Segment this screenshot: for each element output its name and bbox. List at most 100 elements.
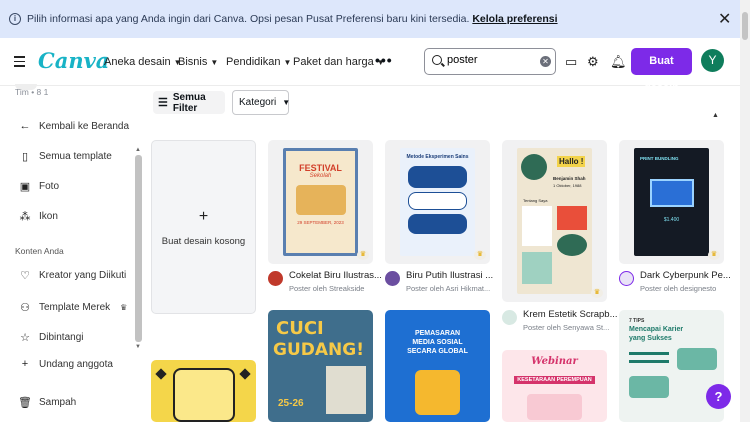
crown-icon: ♛ [357,250,369,260]
thumb-photo [521,154,547,180]
thumb-block [408,214,467,234]
search-input[interactable] [447,54,537,66]
sidebar-item-invite-members[interactable]: + Undang anggota [18,358,113,370]
thumb-sub: Sekolah [309,173,332,179]
chevron-up-icon[interactable]: ▲ [712,112,719,119]
thumb-line2: MEDIA SOSIAL [412,339,463,346]
template-card[interactable]: Metode Eksperimen Sains ♛ [385,140,490,264]
sidebar-scrollbar-thumb[interactable] [135,155,142,342]
sidebar-item-trash[interactable]: 🗑︎ Sampah [18,396,76,409]
page-scrollbar-thumb[interactable] [742,12,748,40]
chevron-down-icon: ▼ [210,58,219,67]
thumb-block [408,192,467,210]
creator-avatar [385,271,400,286]
bell-icon[interactable]: 🔔︎ [610,54,627,70]
thumb-line1: 7 TIPS [629,318,645,324]
thumb-title: PRINT BUNDLING [640,156,679,161]
sidebar-item-brand-templates[interactable]: ⚇ Template Merek ♛ [18,301,127,314]
gear-icon[interactable]: ⚙ [587,54,599,70]
category-label: Kategori [239,97,277,108]
desktop-icon[interactable]: ▭ [565,54,577,70]
thumb-illustration [173,368,235,422]
close-icon[interactable]: ✕ [718,9,731,29]
create-blank-label: Buat desain kosong [161,236,246,247]
category-dropdown[interactable]: Kategori ▼ [232,90,290,115]
chevron-down-icon: ▼ [283,58,292,67]
create-blank-design-card[interactable]: + Buat desain kosong [151,140,256,314]
sidebar-item-label: Sampah [39,397,77,408]
thumb-monitor [649,179,694,207]
thumb-extra: Tentang Saya [523,198,548,203]
sidebar-item-label: Foto [39,181,60,192]
thumb-block [522,206,552,246]
sidebar-item-followed-creators[interactable]: ♡ Kreator yang Diikuti [18,269,126,282]
banner-message: Pilih informasi apa yang Anda ingin dari… [27,13,558,25]
thumb-block [557,206,587,230]
trash-icon: 🗑︎ [18,397,32,409]
heart-icon: ♡ [20,270,30,282]
thumb-line [629,352,669,355]
template-card[interactable]: CUCI GUDANG! 25-26 [268,310,373,422]
crown-icon: ♛ [591,288,603,298]
thumb-title: FESTIVAL [299,163,342,173]
clear-search-icon[interactable]: ✕ [540,56,551,67]
template-title: Cokelat Biru Ilustras... [289,270,382,281]
arrow-left-icon: ← [19,120,31,132]
template-title: Krem Estetik Scrapb... [523,309,618,320]
nav-label: Bisnis [178,56,208,68]
thumb-title: Hallo ! [557,156,586,167]
template-creator: Poster oleh Asri Hikmat... [406,284,491,293]
template-card[interactable]: PEMASARAN MEDIA SOSIAL SECARA GLOBAL [385,310,490,422]
page-scrollbar[interactable] [740,0,750,422]
scroll-down-icon[interactable]: ▼ [135,344,141,350]
template-thumbnail: FESTIVAL Sekolah 29 SEPTEMBER, 2023 [283,148,358,256]
creator-avatar [619,271,634,286]
thumb-line3: SECARA GLOBAL [407,348,468,355]
sidebar-item-all-templates[interactable]: ▯ Semua template [18,150,112,163]
avatar[interactable]: Y [701,49,724,72]
shapes-icon: ⁂ [19,211,31,223]
thumb-illustration [677,348,717,370]
nav-pendidikan[interactable]: Pendidikan ▼ [226,56,291,68]
menu-icon[interactable] [14,56,25,67]
sidebar-item-photos[interactable]: ▣ Foto [18,180,59,193]
thumb-block [408,166,467,188]
template-card[interactable] [151,360,256,422]
canva-logo[interactable]: Canva [38,48,109,73]
template-icon: ▯ [21,151,29,163]
template-card[interactable]: 7 TIPS Mencapai Karier yang Sukses [619,310,724,422]
sidebar-item-starred[interactable]: ☆ Dibintangi [18,331,83,344]
thumb-line1: Webinar [531,356,578,367]
scroll-up-icon[interactable]: ▲ [135,147,141,153]
all-filters-label: Semua Filter [172,91,206,114]
banner-message-text: Pilih informasi apa yang Anda ingin dari… [27,13,470,25]
create-design-button[interactable]: Buat desain [631,48,692,94]
template-card[interactable]: Webinar KESETARAAN PEREMPUAN [502,350,607,422]
creator-avatar [268,271,283,286]
nav-aneka-desain[interactable]: Aneka desain ▼ [104,56,182,68]
nav-bisnis[interactable]: Bisnis ▼ [178,56,218,68]
nav-paket-harga[interactable]: Paket dan harga ▼ [293,56,385,68]
brand-icon: ⚇ [20,302,30,314]
more-icon[interactable]: ••• [375,52,393,68]
thumb-name: Benjamin Shah [553,176,586,181]
sidebar-item-icons[interactable]: ⁂ Ikon [18,210,58,223]
template-card[interactable]: PRINT BUNDLING $1.400 ♛ [619,140,724,264]
top-header: Canva Aneka desain ▼ Bisnis ▼ Pendidikan ▼ … [0,38,740,94]
nav-label: Pendidikan [226,56,281,68]
search-box[interactable]: ✕ [424,48,556,75]
all-filters-button[interactable]: ☰ Semua Filter [153,91,225,114]
template-card[interactable]: Hallo ! Benjamin Shah 1 Oktober, 1988 Te… [502,140,607,302]
template-thumbnail: Metode Eksperimen Sains [400,148,475,256]
sidebar-item-label: Dibintangi [39,332,84,343]
sidebar-scrollbar[interactable]: ▲ ▼ [135,147,142,352]
template-card[interactable]: FESTIVAL Sekolah 29 SEPTEMBER, 2023 ♛ [268,140,373,264]
thumb-price: $1.400 [663,217,680,223]
back-to-home[interactable]: ← Kembali ke Beranda [18,120,130,132]
manage-preferences-link[interactable]: Kelola preferensi [472,13,557,25]
thumb-line1: CUCI [276,318,324,339]
help-button[interactable]: ? [706,384,731,409]
thumb-block [557,234,587,256]
thumb-illustration [629,376,669,398]
thumb-illustration [527,394,582,420]
